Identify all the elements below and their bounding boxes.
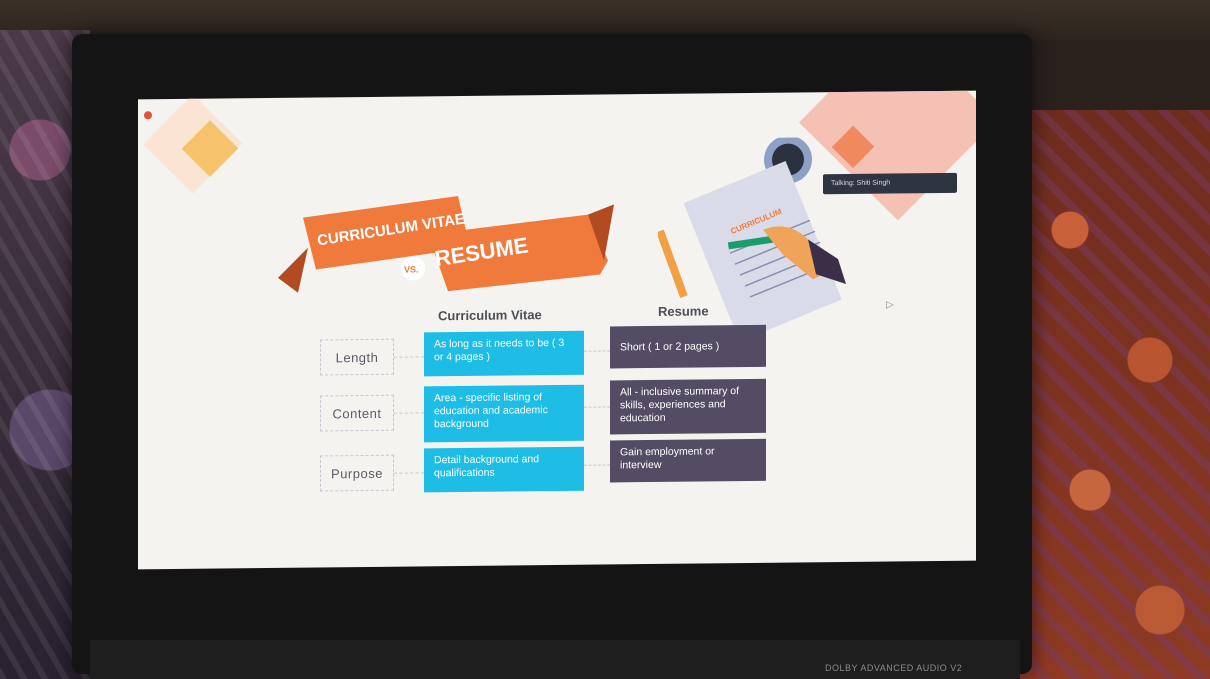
cv-box-content: Area - specific listing of education and… [424,384,584,443]
talking-indicator: Talking: Shiti Singh [823,172,957,195]
resume-box-purpose: Gain employment or interview [610,438,766,483]
pencil-icon [658,229,688,298]
connector [394,412,424,414]
connector [584,406,610,408]
connector [584,350,610,352]
connector [394,356,424,358]
dolby-badge: DOLBY ADVANCED AUDIO V2 [825,663,963,673]
column-header-resume: Resume [658,303,709,319]
row-label-purpose: Purpose [320,454,394,492]
column-header-cv: Curriculum Vitae [438,307,542,324]
vs-text: VS. [404,264,419,274]
cv-box-purpose: Detail background and qualifications [424,446,584,493]
fabric-right [1010,110,1210,679]
record-icon [144,111,152,120]
cursor-icon: ▷ [886,299,894,311]
presentation-slide: CURRICULUM VITAE VS. RESUME CURRICULUM T… [138,90,976,570]
title-ribbons: CURRICULUM VITAE VS. RESUME [278,196,614,293]
resume-box-length: Short ( 1 or 2 pages ) [610,324,766,369]
laptop-bottom-bar [90,640,1020,679]
row-label-length: Length [320,338,394,376]
row-label-content: Content [320,394,394,432]
resume-box-content: All - inclusive summary of skills, exper… [610,378,766,435]
cv-box-length: As long as it needs to be ( 3 or 4 pages… [424,330,584,377]
connector [584,464,610,466]
connector [394,472,424,474]
